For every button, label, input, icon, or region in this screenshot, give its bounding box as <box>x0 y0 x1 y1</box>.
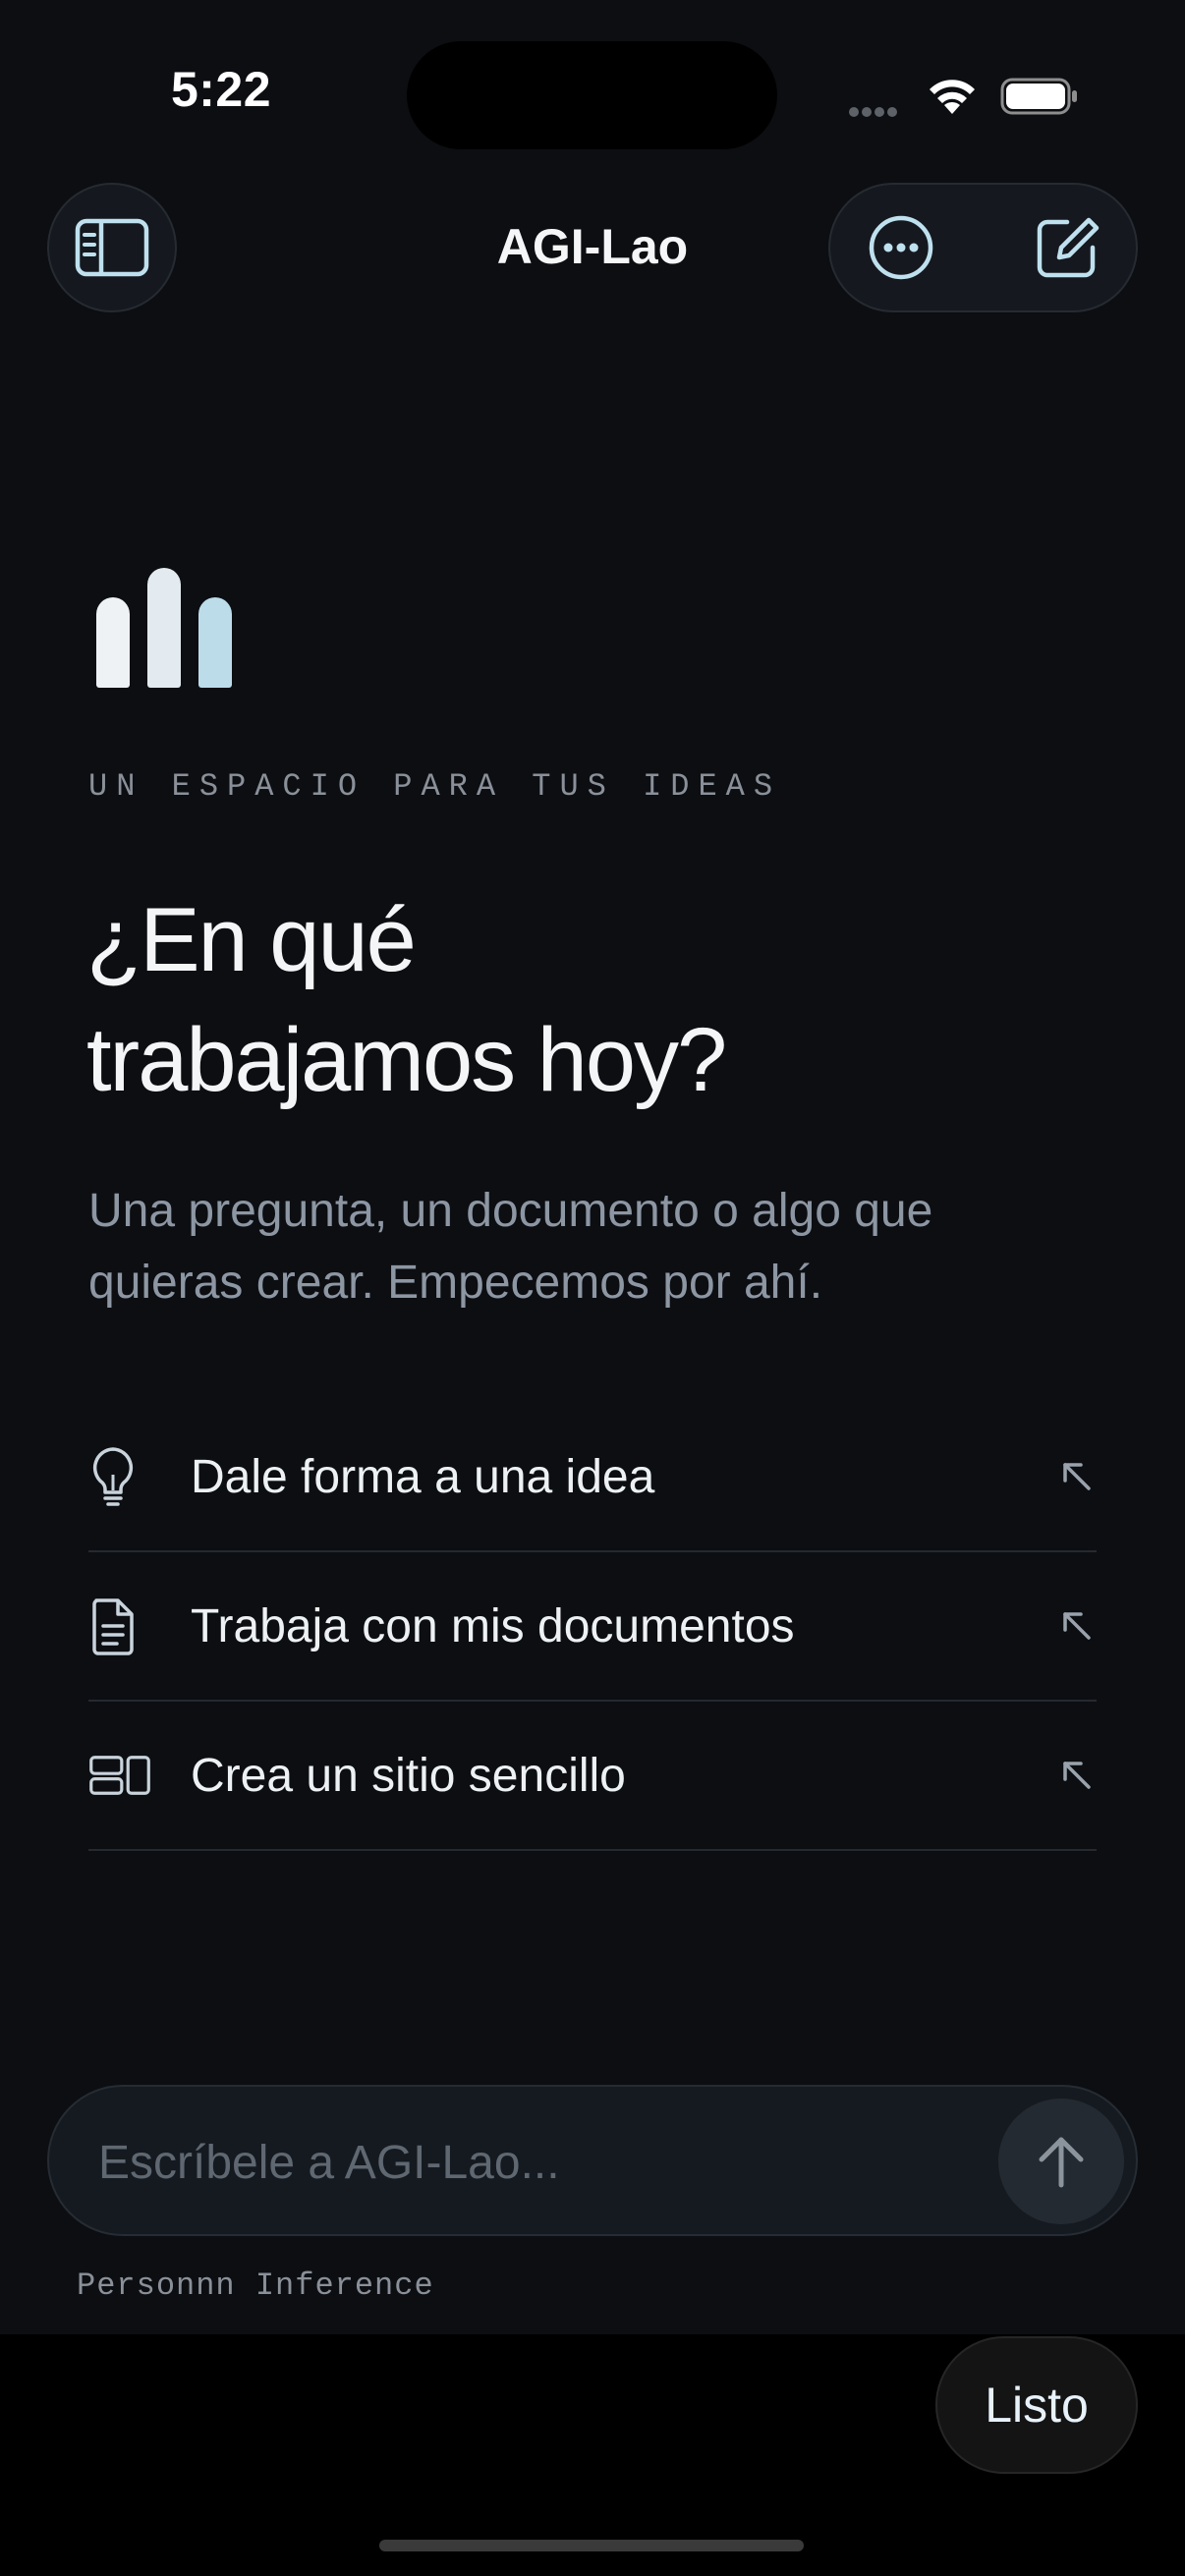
headline: ¿En qué trabajamos hoy? <box>86 880 971 1120</box>
suggestion-label: Crea un sitio sencillo <box>191 1749 626 1802</box>
status-time: 5:22 <box>170 62 272 117</box>
compose-icon <box>1037 217 1100 278</box>
equalizer-bars-logo <box>96 568 234 688</box>
footer-note: Personnn Inference <box>77 2268 434 2304</box>
headline-line-1: ¿En qué <box>86 890 417 990</box>
arrow-up-icon <box>1039 2137 1084 2188</box>
suggestion-documents[interactable]: Trabaja con mis documentos <box>88 1552 1097 1702</box>
lightbulb-icon <box>92 1447 134 1506</box>
battery-icon <box>1000 78 1077 115</box>
layout-icon <box>89 1756 150 1795</box>
suggestion-site[interactable]: Crea un sitio sencillo <box>88 1702 1097 1851</box>
done-button[interactable]: Listo <box>935 2336 1138 2474</box>
page-title: AGI-Lao <box>496 219 689 274</box>
cellular-signal-icon <box>849 104 900 122</box>
more-options-icon <box>869 215 933 280</box>
arrow-up-left-icon <box>1063 1762 1091 1789</box>
arrow-up-left-icon <box>1063 1612 1091 1640</box>
dynamic-island <box>407 41 777 149</box>
send-button[interactable] <box>998 2099 1124 2224</box>
arrow-up-left-icon <box>1063 1463 1091 1490</box>
document-icon <box>92 1598 134 1655</box>
sidebar-toggle-button[interactable] <box>47 183 177 312</box>
headline-line-2: trabajamos hoy? <box>86 1010 727 1110</box>
eyebrow-label: UN ESPACIO PARA TUS IDEAS <box>88 768 782 805</box>
wifi-icon <box>930 80 975 114</box>
new-chat-button[interactable] <box>1026 206 1108 289</box>
message-composer <box>47 2085 1138 2236</box>
suggestion-label: Trabaja con mis documentos <box>191 1599 795 1652</box>
more-options-button[interactable] <box>860 206 942 289</box>
home-indicator <box>379 2540 804 2551</box>
suggestion-list: Dale forma a una idea Trabaja con mis do… <box>88 1403 1097 1851</box>
sidebar-icon <box>75 218 149 277</box>
suggestion-idea[interactable]: Dale forma a una idea <box>88 1403 1097 1552</box>
subtitle: Una pregunta, un documento o algo que qu… <box>88 1175 1051 1318</box>
subtitle-line-1: Una pregunta, un documento o algo que <box>88 1185 933 1237</box>
message-input[interactable] <box>96 2122 985 2203</box>
suggestion-label: Dale forma a una idea <box>191 1450 655 1503</box>
subtitle-line-2: quieras crear. Empecemos por ahí. <box>88 1257 823 1309</box>
